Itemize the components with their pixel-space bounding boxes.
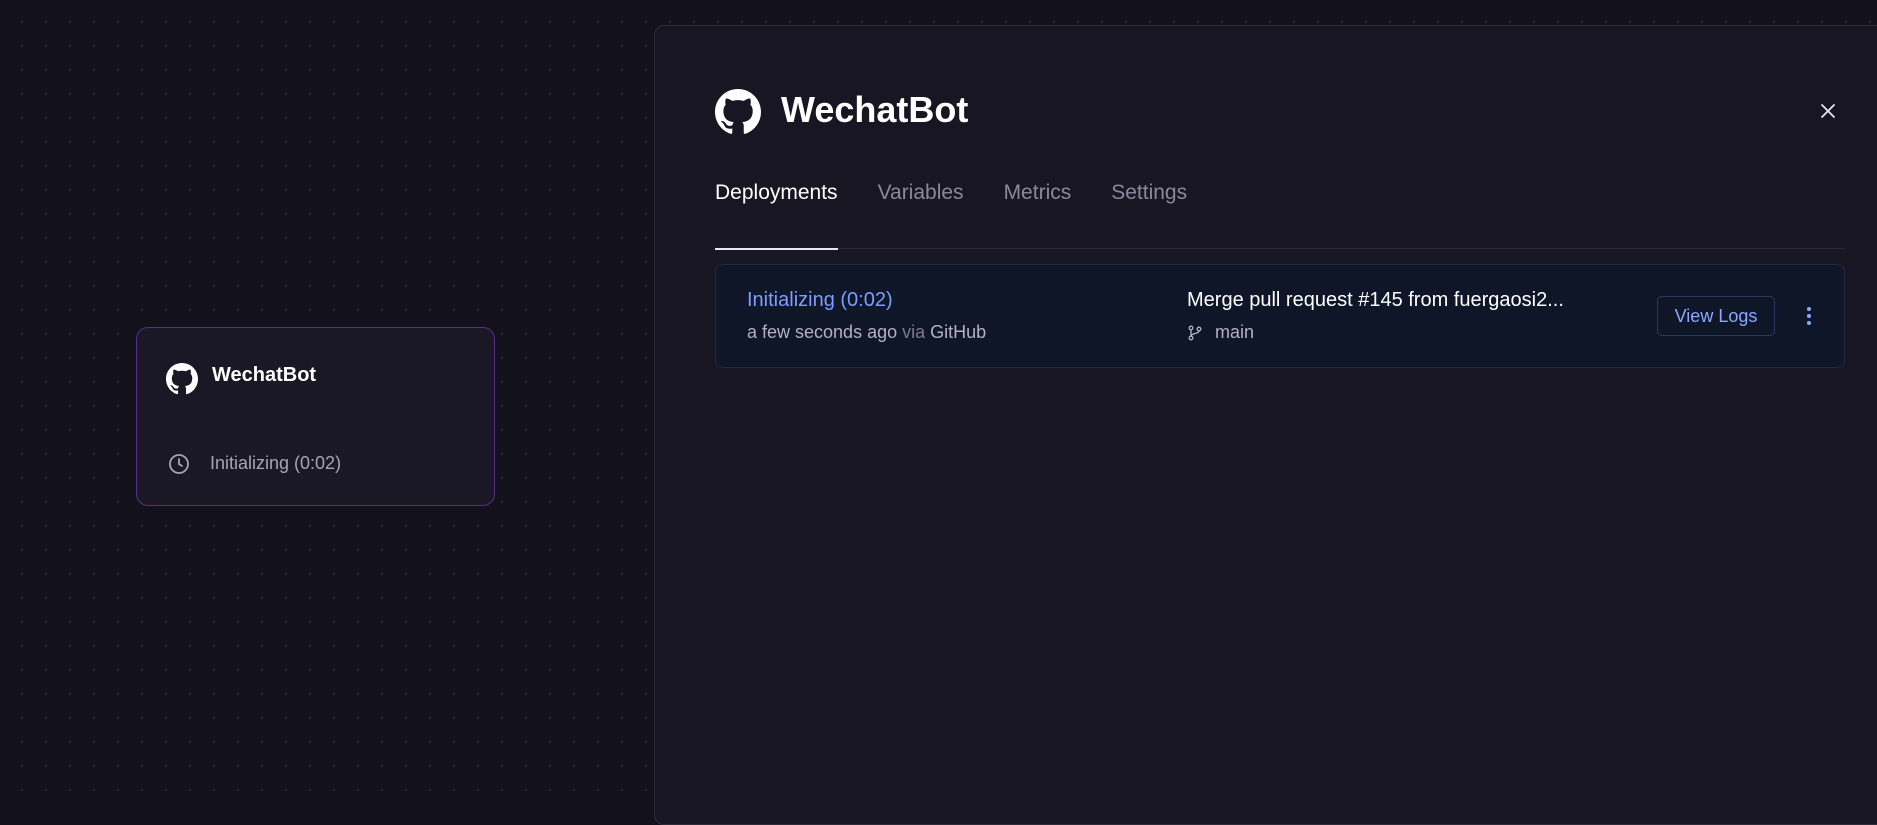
commit-message: Merge pull request #145 from fuergaosi2.…	[1187, 289, 1564, 311]
service-card-status: Initializing (0:02)	[210, 453, 342, 473]
more-vertical-icon	[1807, 307, 1811, 325]
more-options-button[interactable]	[1794, 300, 1824, 332]
tab-metrics[interactable]: Metrics	[1004, 179, 1072, 249]
deployment-source: GitHub	[930, 322, 987, 342]
deployment-time: a few seconds ago	[747, 322, 898, 342]
panel-tabs: Deployments Variables Metrics Settings	[715, 179, 1845, 250]
clock-icon	[169, 454, 189, 474]
branch-info: main	[1187, 322, 1254, 343]
deployment-via: via	[902, 322, 926, 342]
tab-settings[interactable]: Settings	[1111, 179, 1187, 249]
branch-name: main	[1215, 322, 1255, 342]
close-icon	[1821, 104, 1835, 118]
service-card-title: WechatBot	[212, 364, 317, 386]
close-button[interactable]	[1813, 96, 1843, 126]
git-branch-icon	[1188, 325, 1202, 340]
view-logs-button[interactable]: View Logs	[1657, 296, 1775, 336]
panel-title: WechatBot	[781, 89, 969, 130]
deployment-status-link[interactable]: Initializing (0:02)	[747, 289, 893, 312]
deployment-meta: a few seconds ago via GitHub	[747, 322, 986, 343]
service-detail-panel: WechatBot Deployments Variables Metrics …	[654, 25, 1877, 825]
tab-deployments[interactable]: Deployments	[715, 179, 838, 250]
github-icon	[715, 89, 761, 134]
tab-variables[interactable]: Variables	[878, 179, 964, 249]
service-card-wechatbot[interactable]: WechatBot Initializing (0:02)	[136, 327, 495, 506]
deployment-row[interactable]: Initializing (0:02) a few seconds ago vi…	[715, 264, 1845, 368]
github-icon	[166, 363, 198, 395]
